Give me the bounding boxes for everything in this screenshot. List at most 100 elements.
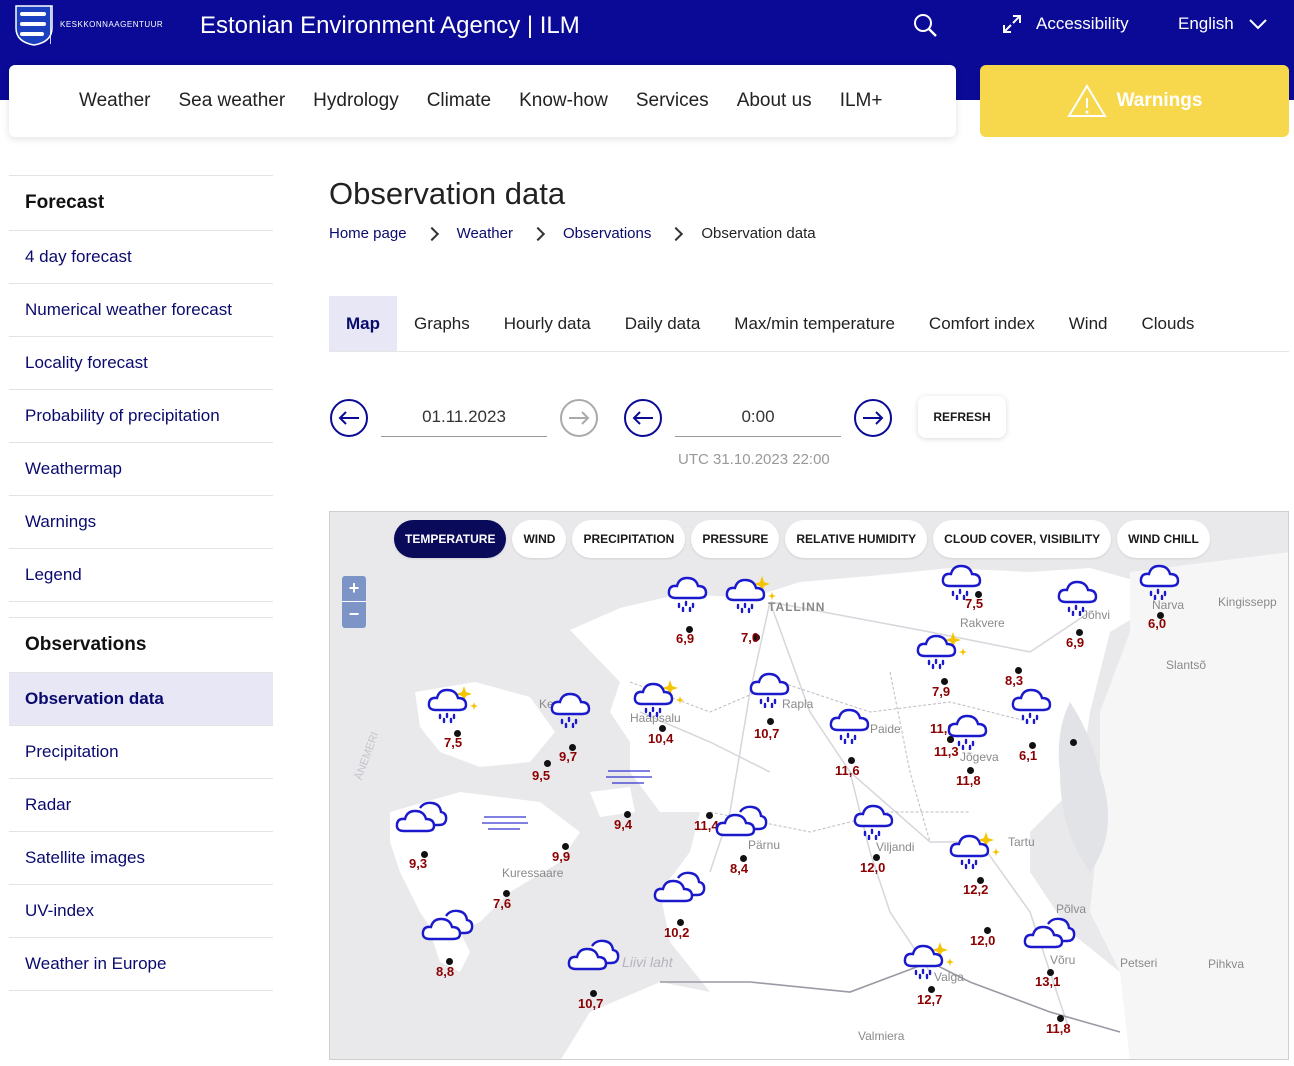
nav-about-us[interactable]: About us [737, 90, 812, 112]
temperature-value: 13,1 [1035, 974, 1061, 989]
temperature-value: 10,7 [578, 996, 604, 1011]
rain-shower-sun-icon [632, 678, 686, 723]
sidebar: Forecast 4 day forecast Numerical weathe… [9, 175, 273, 991]
sidebar-item-radar[interactable]: Radar [9, 778, 273, 831]
temperature-value: 8,4 [730, 861, 749, 876]
nav-weather[interactable]: Weather [79, 90, 150, 112]
tab-map[interactable]: Map [329, 296, 397, 351]
fog-icon [604, 768, 654, 791]
arrow-right-icon [863, 411, 884, 425]
rain-cloud-icon [1056, 578, 1100, 621]
layer-relative-humidity[interactable]: RELATIVE HUMIDITY [785, 520, 928, 558]
place-label: Põlva [1056, 902, 1087, 916]
zoom-in-button[interactable]: + [342, 576, 366, 601]
page-title: Observation data [329, 176, 566, 211]
temperature-value: 11,6 [835, 763, 860, 778]
next-date-button[interactable] [560, 399, 598, 437]
breadcrumb-current: Observation data [701, 225, 816, 242]
tab-daily-data[interactable]: Daily data [608, 296, 718, 351]
temperature-value: 12,0 [860, 860, 886, 875]
temperature-value: 9,3 [409, 856, 428, 871]
coat-of-arms-logo[interactable] [14, 4, 54, 46]
place-label: Kingissepp [1218, 595, 1277, 609]
tab-wind[interactable]: Wind [1052, 296, 1125, 351]
nav-sea-weather[interactable]: Sea weather [178, 90, 285, 112]
nav-hydrology[interactable]: Hydrology [313, 90, 399, 112]
breadcrumb-home[interactable]: Home page [329, 225, 407, 242]
layer-wind-chill[interactable]: WIND CHILL [1117, 520, 1210, 558]
temperature-value: 6,9 [676, 631, 695, 646]
layer-pressure[interactable]: PRESSURE [691, 520, 780, 558]
nav-climate[interactable]: Climate [427, 90, 491, 112]
nav-know-how[interactable]: Know-how [519, 90, 608, 112]
refresh-button[interactable]: REFRESH [918, 396, 1006, 438]
place-label: Kuressaare [502, 866, 564, 880]
breadcrumb-weather[interactable]: Weather [457, 225, 513, 242]
sidebar-item-legend[interactable]: Legend [9, 548, 273, 601]
observation-map[interactable]: TEMPERATURE WIND PRECIPITATION PRESSURE … [329, 511, 1289, 1060]
sidebar-item-observation-data[interactable]: Observation data [9, 672, 273, 725]
rain-cloud-icon [940, 562, 984, 605]
search-icon[interactable] [912, 12, 938, 38]
rain-shower-sun-icon [915, 630, 969, 675]
temperature-value: 6,9 [1066, 635, 1085, 650]
site-title[interactable]: Estonian Environment Agency | ILM [200, 12, 580, 40]
warnings-button[interactable]: Warnings [980, 65, 1289, 137]
breadcrumb: Home page Weather Observations Observati… [329, 225, 816, 242]
previous-time-button[interactable] [624, 399, 662, 437]
warning-triangle-icon [1066, 84, 1107, 117]
tab-max-min-temperature[interactable]: Max/min temperature [717, 296, 912, 351]
temperature-value: 12,2 [963, 882, 989, 897]
layer-precipitation[interactable]: PRECIPITATION [572, 520, 686, 558]
sidebar-item-satellite-images[interactable]: Satellite images [9, 831, 273, 884]
chevron-right-icon [424, 226, 439, 241]
station-marker[interactable] [1070, 739, 1077, 746]
time-field[interactable]: 0:00 [675, 397, 841, 437]
accessibility-button[interactable]: Accessibility [1002, 14, 1129, 34]
nav-services[interactable]: Services [636, 90, 709, 112]
sidebar-item-precipitation[interactable]: Precipitation [9, 725, 273, 778]
sidebar-item-locality-forecast[interactable]: Locality forecast [9, 336, 273, 389]
sidebar-item-4-day-forecast[interactable]: 4 day forecast [9, 230, 273, 283]
rain-cloud-icon [852, 802, 896, 845]
language-selector[interactable]: English [1178, 14, 1268, 34]
temperature-value: 10,4 [648, 731, 674, 746]
temperature-value: 9,7 [559, 749, 578, 764]
cloudy-icon [1022, 916, 1076, 955]
temperature-value: 7,9 [932, 684, 951, 699]
tab-comfort-index[interactable]: Comfort index [912, 296, 1052, 351]
layer-cloud-cover-visibility[interactable]: CLOUD COVER, VISIBILITY [933, 520, 1112, 558]
previous-date-button[interactable] [330, 399, 368, 437]
view-tabs: Map Graphs Hourly data Daily data Max/mi… [329, 296, 1289, 352]
layer-temperature[interactable]: TEMPERATURE [394, 520, 507, 558]
next-time-button[interactable] [854, 399, 892, 437]
sidebar-item-weather-in-europe[interactable]: Weather in Europe [9, 937, 273, 990]
sidebar-item-numerical-forecast[interactable]: Numerical weather forecast [9, 283, 273, 336]
station-marker[interactable] [544, 760, 551, 767]
sidebar-item-precipitation-probability[interactable]: Probability of precipitation [9, 389, 273, 442]
rain-cloud-icon [748, 670, 792, 713]
rain-shower-sun-icon [902, 940, 956, 985]
date-field[interactable]: 01.11.2023 [381, 397, 547, 437]
sidebar-item-uv-index[interactable]: UV-index [9, 884, 273, 937]
zoom-out-button[interactable]: − [342, 602, 366, 627]
rain-shower-sun-icon [948, 830, 1002, 875]
rain-cloud-icon [946, 712, 990, 755]
breadcrumb-observations[interactable]: Observations [563, 225, 651, 242]
cloudy-icon [714, 804, 768, 843]
temperature-value: 10,7 [754, 726, 780, 741]
sidebar-item-weathermap[interactable]: Weathermap [9, 442, 273, 495]
sidebar-heading-observations: Observations [9, 617, 273, 672]
tab-clouds[interactable]: Clouds [1124, 296, 1211, 351]
sidebar-item-warnings[interactable]: Warnings [9, 495, 273, 548]
chevron-down-icon [1249, 19, 1267, 30]
station-marker[interactable] [767, 718, 774, 725]
tab-hourly-data[interactable]: Hourly data [487, 296, 608, 351]
temperature-value: 10,2 [664, 925, 690, 940]
temperature-value: 11,8 [956, 773, 981, 788]
tab-graphs[interactable]: Graphs [397, 296, 487, 351]
place-label: Valmiera [858, 1029, 905, 1043]
nav-ilm-plus[interactable]: ILM+ [840, 90, 883, 112]
layer-wind[interactable]: WIND [512, 520, 567, 558]
place-label: Tartu [1008, 835, 1035, 849]
